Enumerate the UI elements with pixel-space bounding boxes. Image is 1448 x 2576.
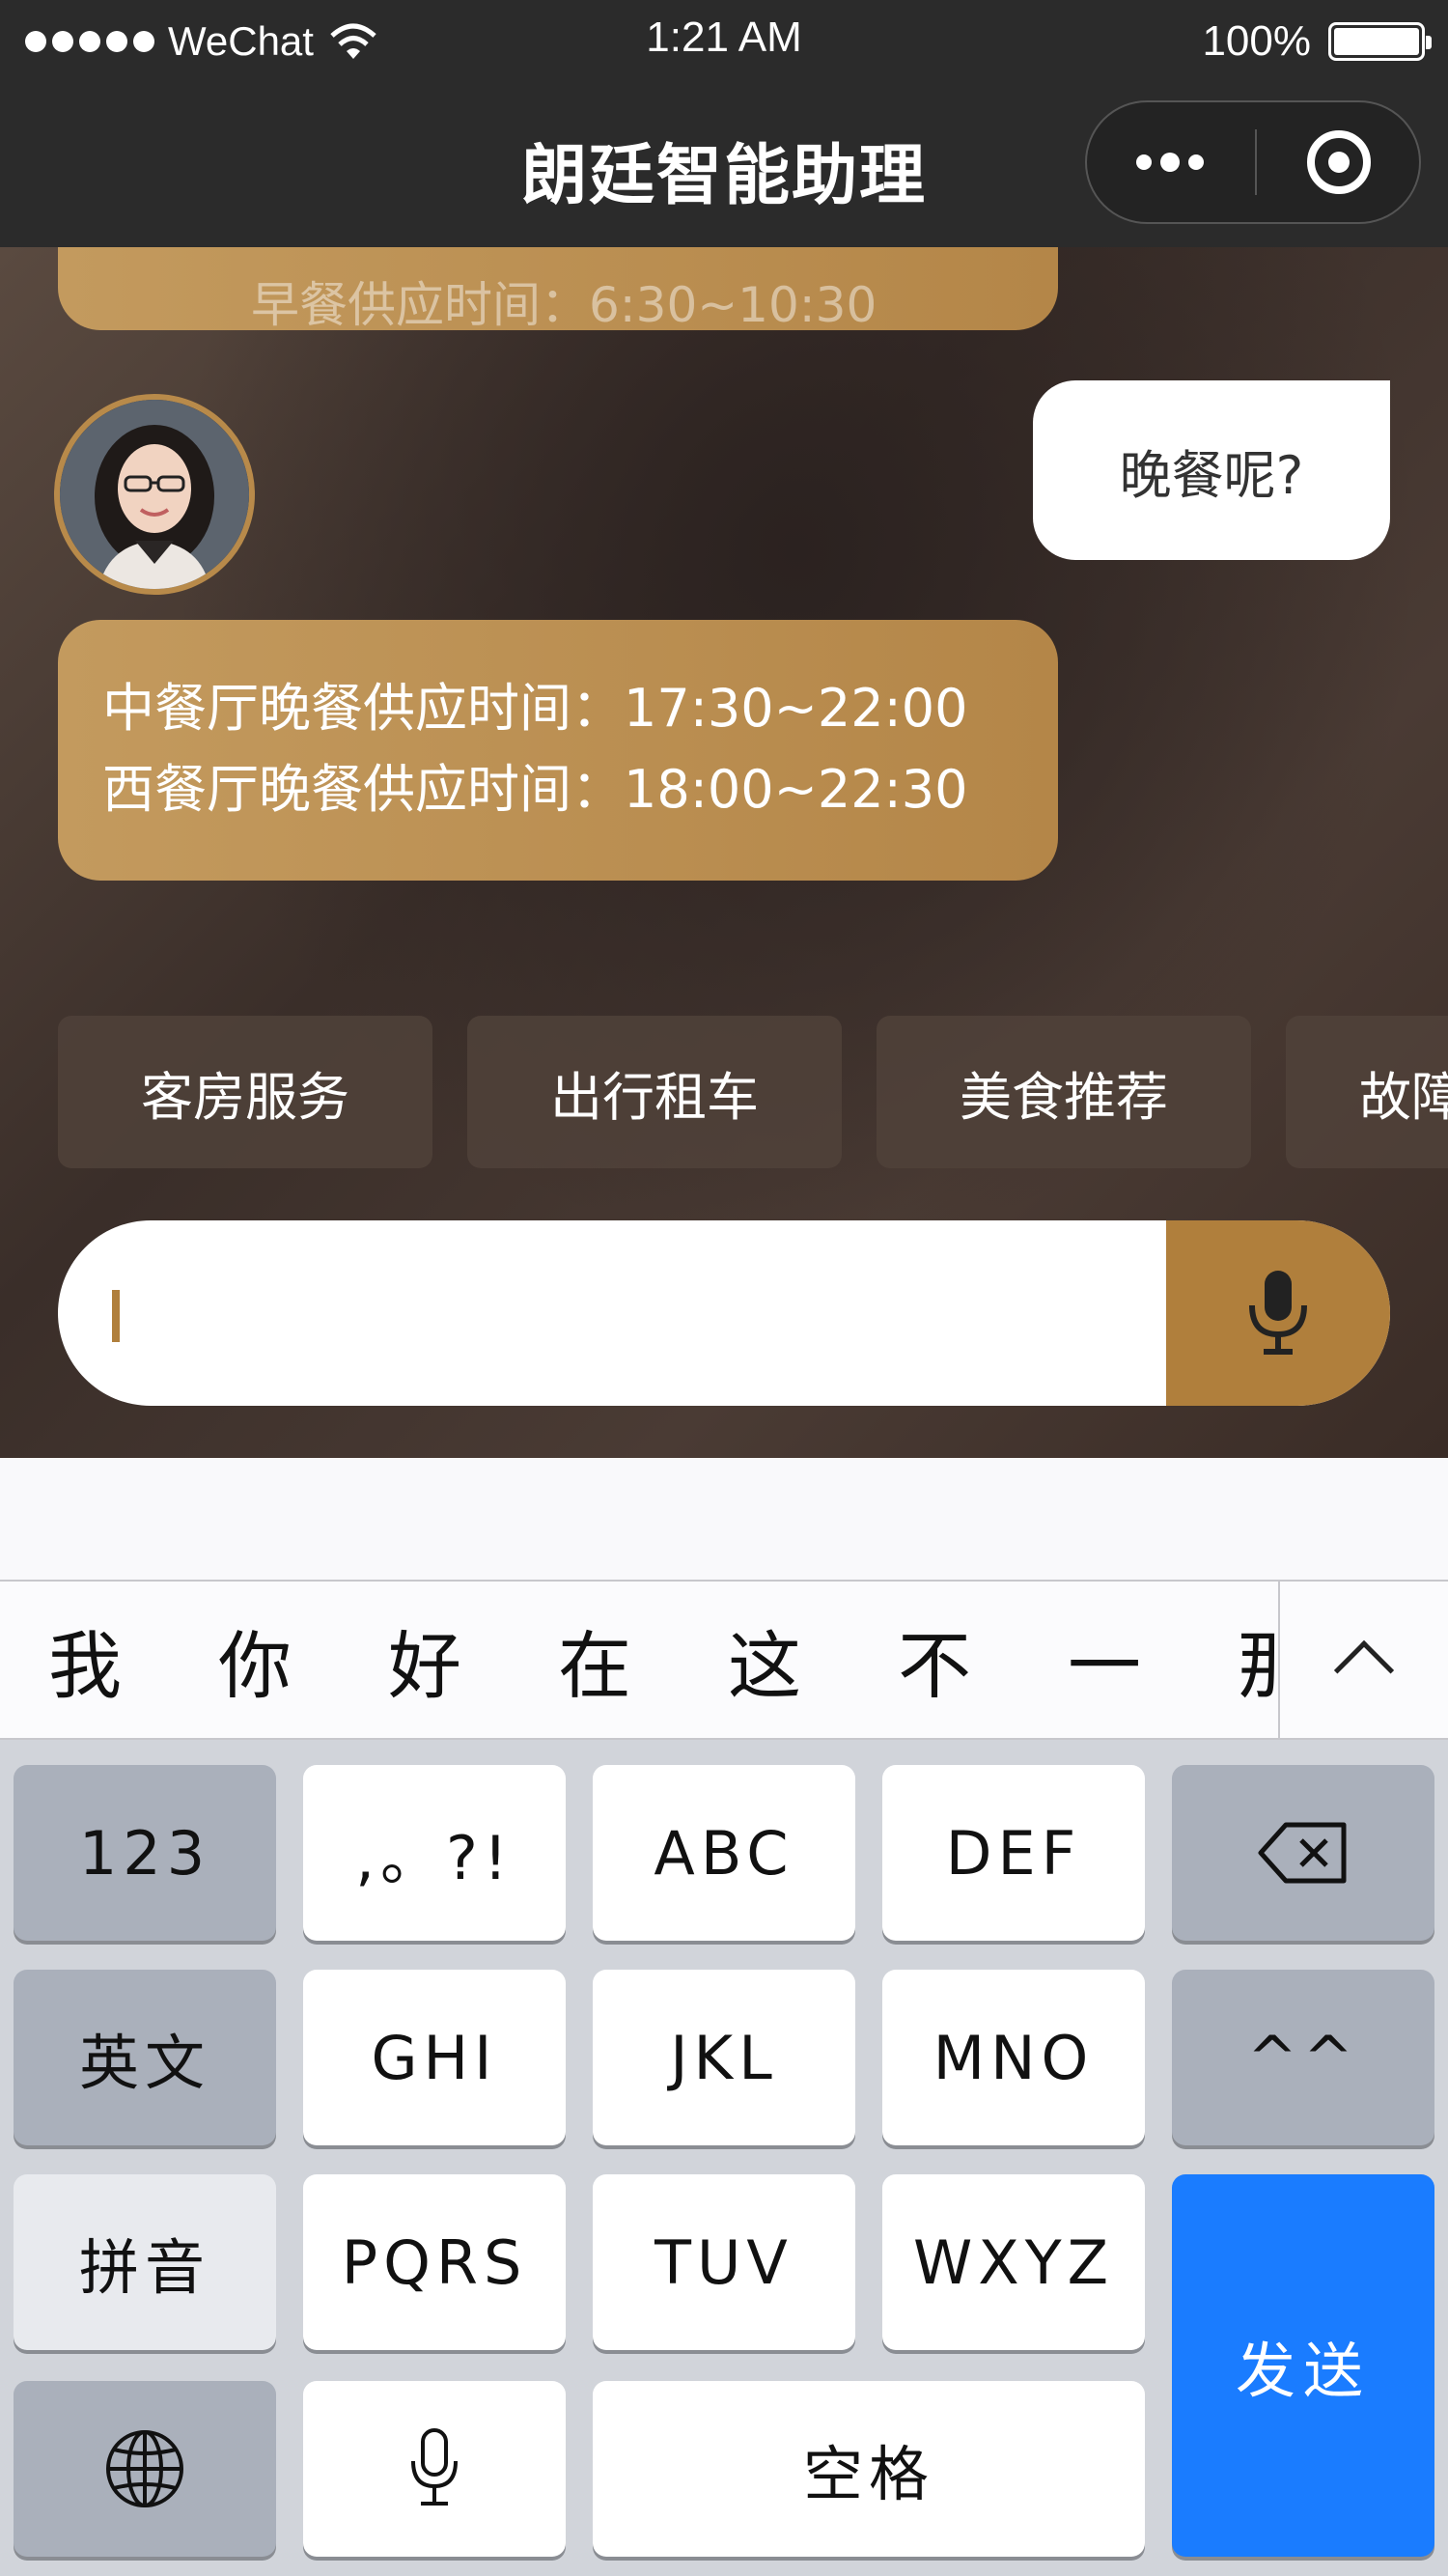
candidate-list: 我 你 好 在 这 不 一 那 (0, 1582, 1278, 1738)
bot-reply-line-1: 中餐厅晚餐供应时间：17:30~22:00 (102, 678, 968, 739)
key-mno[interactable]: MNO (882, 1970, 1145, 2145)
candidate-word[interactable]: 好 (340, 1582, 510, 1738)
previous-message-text: 早餐供应时间：6:30~10:30 (251, 277, 877, 333)
key-def[interactable]: DEF (882, 1765, 1145, 1941)
key-jkl[interactable]: JKL (593, 1970, 855, 2145)
voice-input-button[interactable] (1166, 1220, 1390, 1406)
ime-candidate-bar: 我 你 好 在 这 不 一 那 (0, 1580, 1448, 1740)
globe-key[interactable] (14, 2381, 276, 2557)
chat-area[interactable]: 早餐供应时间：6:30~10:30 晚餐呢? 中餐厅晚餐供应时间：17:30~2… (0, 247, 1448, 1458)
candidate-word[interactable]: 这 (680, 1582, 849, 1738)
previous-bot-message: 早餐供应时间：6:30~10:30 (58, 247, 1058, 333)
key-english[interactable]: 英文 (14, 1970, 276, 2145)
assistant-portrait-icon (60, 400, 249, 589)
mini-program-nav-bar: 朗廷智能助理 (0, 85, 1448, 247)
message-input-bar[interactable] (58, 1220, 1390, 1406)
key-wxyz[interactable]: WXYZ (882, 2174, 1145, 2350)
user-message-text: 晚餐呢? (1119, 444, 1304, 506)
backspace-icon (1258, 1822, 1347, 1884)
text-caret (112, 1290, 120, 1342)
keyboard-top-spacer (0, 1458, 1448, 1580)
key-pinyin[interactable]: 拼音 (14, 2174, 276, 2350)
candidate-word[interactable]: 一 (1019, 1582, 1189, 1738)
key-ghi[interactable]: GHI (303, 1970, 566, 2145)
dictation-key[interactable] (303, 2381, 566, 2557)
quick-reply-bar: 客房服务 出行租车 美食推荐 故障 (58, 1016, 1448, 1168)
user-message-bubble: 晚餐呢? (1033, 380, 1390, 560)
bot-reply-bubble: 中餐厅晚餐供应时间：17:30~22:00 西餐厅晚餐供应时间：18:00~22… (58, 620, 1058, 881)
battery-icon (1328, 22, 1432, 61)
key-emoticon[interactable]: ^^ (1172, 1970, 1434, 2145)
key-abc[interactable]: ABC (593, 1765, 855, 1941)
key-punctuation[interactable]: ,。?! (303, 1765, 566, 1941)
quick-reply-fault[interactable]: 故障 (1286, 1016, 1448, 1168)
key-tuv[interactable]: TUV (593, 2174, 855, 2350)
send-button[interactable]: 发送 (1172, 2174, 1434, 2557)
pinyin-keyboard: 123 ,。?! ABC DEF 英文 GHI JKL MNO ^^ 拼音 PQ… (0, 1740, 1448, 2576)
quick-reply-room-service[interactable]: 客房服务 (58, 1016, 432, 1168)
microphone-icon (1249, 1271, 1307, 1355)
microphone-icon (411, 2428, 458, 2506)
menu-capsule (1085, 100, 1421, 224)
bot-reply-line-2: 西餐厅晚餐供应时间：18:00~22:30 (102, 759, 968, 820)
status-right: 100% (1202, 17, 1432, 66)
candidate-word[interactable]: 在 (510, 1582, 680, 1738)
candidate-word[interactable]: 那 (1189, 1582, 1278, 1738)
status-bar: WeChat 1:21 AM 100% (0, 0, 1448, 85)
space-key[interactable]: 空格 (593, 2381, 1145, 2557)
key-123[interactable]: 123 (14, 1765, 276, 1941)
key-pqrs[interactable]: PQRS (303, 2174, 566, 2350)
assistant-avatar (54, 394, 255, 595)
candidate-word[interactable]: 我 (0, 1582, 170, 1738)
chevron-up-icon (1333, 1639, 1395, 1701)
candidate-word[interactable]: 不 (849, 1582, 1019, 1738)
battery-percent: 100% (1202, 17, 1311, 65)
target-close-icon[interactable] (1257, 102, 1421, 222)
quick-reply-taxi[interactable]: 出行租车 (467, 1016, 842, 1168)
backspace-key[interactable] (1172, 1765, 1434, 1941)
expand-candidates-button[interactable] (1278, 1582, 1448, 1738)
more-dots-icon[interactable] (1087, 102, 1253, 222)
candidate-word[interactable]: 你 (170, 1582, 340, 1738)
globe-icon (106, 2430, 183, 2507)
quick-reply-food[interactable]: 美食推荐 (877, 1016, 1251, 1168)
